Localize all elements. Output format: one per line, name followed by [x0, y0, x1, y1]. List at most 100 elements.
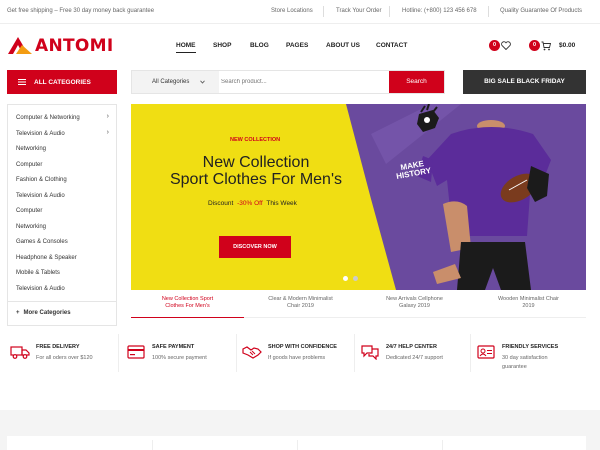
feature-subtitle-line1: 30 day satisfaction: [502, 355, 548, 361]
search-input[interactable]: [221, 73, 381, 91]
sidebar-item-computer-2[interactable]: Computer: [16, 208, 42, 214]
feature-title: SAFE PAYMENT: [152, 344, 195, 350]
divider: [152, 440, 153, 450]
tab-label: New Collection Sport: [161, 296, 214, 302]
football-glove-icon: [417, 104, 439, 132]
sidebar-item-label: Fashion & Clothing: [16, 177, 67, 183]
cart-total: $0.00: [559, 42, 576, 49]
quality-link[interactable]: Quality Guarantee Of Products: [500, 8, 582, 14]
feature-subtitle: Dedicated 24/7 support: [386, 355, 443, 361]
more-categories-label: More Categories: [23, 310, 71, 316]
nav-blog[interactable]: BLOG: [250, 42, 269, 49]
logo-mark-icon: [8, 37, 32, 54]
big-sale-button[interactable]: BIG SALE BLACK FRIDAY: [463, 70, 586, 94]
feature-title: FRIENDLY SERVICES: [502, 344, 559, 350]
nav-shop[interactable]: SHOP: [213, 42, 231, 49]
tab-label: Chair 2019: [287, 303, 314, 309]
nav-pages[interactable]: PAGES: [286, 42, 308, 49]
divider: [389, 6, 390, 17]
sidebar-item-label: Computer: [16, 208, 43, 214]
feature-subtitle-line2: guarantee: [502, 364, 527, 370]
tab-minimalist-chair[interactable]: Clear & Modern Minimalist Chair 2019: [244, 296, 357, 310]
sidebar-item-television-audio-3[interactable]: Television & Audio: [16, 286, 65, 292]
athlete-image: [417, 104, 551, 290]
sidebar-item-networking-2[interactable]: Networking: [16, 224, 46, 230]
banner-discount: Discount -30% Off This Week: [208, 200, 297, 207]
divider: [470, 334, 471, 372]
features-bar: FREE DELIVERY For all oders over $120 SA…: [0, 330, 600, 376]
banner-tabs: New Collection Sport Clothes For Men's C…: [131, 290, 586, 318]
sidebar-item-label: Computer: [16, 162, 43, 168]
logo[interactable]: ANTOMI: [8, 36, 113, 56]
divider: [488, 6, 489, 17]
tab-sport-clothes[interactable]: New Collection Sport Clothes For Men's: [131, 290, 244, 318]
sidebar-item-label: Television & Audio: [16, 286, 65, 292]
banner-title: New Collection Sport Clothes For Men's: [131, 154, 381, 188]
nav-contact[interactable]: CONTACT: [376, 42, 407, 49]
tab-label: 2019: [522, 303, 535, 309]
more-categories-link[interactable]: + More Categories: [16, 310, 71, 316]
all-categories-label: ALL CATEGORIES: [34, 79, 91, 86]
slide-dot-active[interactable]: [343, 276, 348, 281]
sidebar-item-games-consoles[interactable]: Games & Consoles: [16, 239, 68, 245]
wishlist-button[interactable]: 0: [489, 39, 513, 53]
tab-wooden-chair[interactable]: Wooden Minimalist Chair 2019: [472, 296, 585, 310]
cart-button[interactable]: 0 $0.00: [529, 39, 589, 53]
divider: [236, 334, 237, 372]
plus-icon: +: [16, 310, 20, 316]
discover-now-button[interactable]: DISCOVER NOW: [219, 236, 291, 258]
sidebar-item-computer-networking[interactable]: Computer & Networking: [16, 115, 80, 121]
nav-home[interactable]: HOME: [176, 42, 196, 53]
store-locations-link[interactable]: Store Locations: [271, 8, 313, 14]
wishlist-count-badge: 0: [489, 40, 500, 51]
sidebar-item-fashion-clothing[interactable]: Fashion & Clothing: [16, 177, 67, 183]
banner-title-line1: New Collection: [202, 154, 310, 171]
truck-icon: [10, 346, 30, 359]
sidebar-item-label: Computer & Networking: [16, 115, 80, 121]
all-categories-button[interactable]: ALL CATEGORIES: [7, 70, 117, 94]
credit-card-icon: [127, 345, 145, 359]
feature-subtitle: If goods have problems: [268, 355, 326, 361]
sidebar-item-computer[interactable]: Computer: [16, 162, 42, 168]
cart-count-badge: 0: [529, 40, 540, 51]
feature-shop-confidence: SHOP WITH CONFIDENCE If goods have probl…: [238, 330, 354, 376]
sidebar-item-label: Networking: [16, 146, 47, 152]
feature-title: 24/7 HELP CENTER: [386, 344, 437, 350]
sidebar-item-television-audio[interactable]: Television & Audio: [16, 131, 65, 137]
track-order-link[interactable]: Track Your Order: [336, 8, 381, 14]
hotline-text: Hotline: (+800) 123 456 678: [402, 8, 477, 14]
feature-help-center: 24/7 HELP CENTER Dedicated 24/7 support: [356, 330, 472, 376]
category-select[interactable]: All Categories: [132, 71, 219, 93]
sidebar-item-label: Networking: [16, 224, 47, 230]
sidebar-item-television-audio-2[interactable]: Television & Audio: [16, 193, 65, 199]
tab-cellphone-galaxy[interactable]: New Arrivals Cellphone Galaxy 2019: [358, 296, 471, 310]
heart-icon: [501, 41, 511, 50]
search-button[interactable]: Search: [389, 71, 444, 93]
banner-title-line2: Sport Clothes For Men's: [169, 171, 342, 188]
feature-title: SHOP WITH CONFIDENCE: [268, 344, 337, 350]
sidebar-item-mobile-tablets[interactable]: Mobile & Tablets: [16, 270, 60, 276]
hero-banner[interactable]: MAKE HISTORY NEW COLLECTION New Collecti…: [131, 104, 586, 290]
feature-free-delivery: FREE DELIVERY For all oders over $120: [6, 330, 122, 376]
category-sidebar: Computer & Networking › Television & Aud…: [7, 104, 117, 326]
chat-icon: [361, 345, 379, 360]
sidebar-item-networking[interactable]: Networking: [16, 146, 46, 152]
sidebar-item-label: Television & Audio: [16, 193, 65, 199]
feature-safe-payment: SAFE PAYMENT 100% secure payment: [122, 330, 238, 376]
chevron-right-icon: ›: [106, 129, 109, 136]
slide-dot[interactable]: [353, 276, 358, 281]
tab-label: New Arrivals Cellphone: [386, 296, 443, 302]
sidebar-item-label: Mobile & Tablets: [16, 270, 60, 276]
feature-title: FREE DELIVERY: [36, 344, 80, 350]
menu-icon: [18, 79, 26, 85]
chevron-down-icon: [200, 80, 205, 84]
divider: [118, 334, 119, 372]
nav-about-us[interactable]: ABOUT US: [326, 42, 360, 49]
feature-subtitle: 100% secure payment: [152, 355, 207, 361]
tab-label: Wooden Minimalist Chair: [497, 296, 560, 302]
top-bar: Get free shipping – Free 30 day money ba…: [0, 0, 600, 24]
shipping-notice: Get free shipping – Free 30 day money ba…: [7, 8, 155, 14]
cart-icon: [541, 41, 551, 51]
sidebar-item-headphone-speaker[interactable]: Headphone & Speaker: [16, 255, 77, 261]
divider: [354, 334, 355, 372]
